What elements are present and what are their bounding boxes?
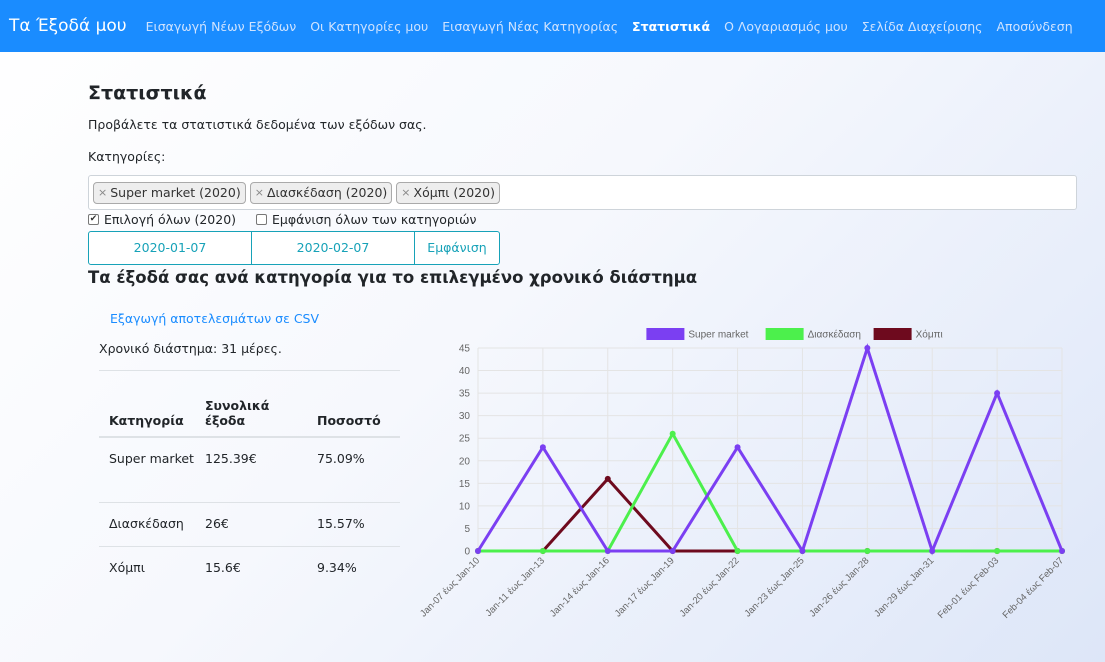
table-row: Super market 125.39€ 75.09%	[99, 436, 400, 503]
y-tick-label: 35	[459, 389, 471, 400]
legend-label: Super market	[688, 330, 748, 341]
stats-table: Κατηγορία Συνολικά έξοδα Ποσοστό Super m…	[99, 370, 400, 591]
legend-swatch	[646, 328, 685, 340]
cell-total: 125.39€	[195, 436, 307, 503]
data-point	[864, 548, 871, 554]
tag-label: Διασκέδαση (2020)	[266, 185, 388, 200]
data-point	[929, 548, 936, 554]
export-csv-link[interactable]: Εξαγωγή αποτελεσμάτων σε CSV	[110, 311, 319, 326]
cell-category: Διασκέδαση	[99, 502, 195, 547]
y-tick-label: 20	[459, 456, 471, 467]
show-button[interactable]: Εμφάνιση	[415, 232, 499, 264]
data-point	[864, 345, 871, 351]
data-point	[604, 548, 611, 554]
x-tick-label: Jan-17 έως Jan-19	[613, 555, 677, 619]
x-tick-label: Jan-14 έως Jan-16	[548, 555, 612, 619]
y-tick-label: 5	[464, 524, 470, 535]
category-tag: × Super market (2020)	[93, 181, 246, 204]
date-to-input[interactable]: 2020-02-07	[252, 232, 415, 264]
data-point	[539, 444, 546, 451]
cell-percent: 9.34%	[307, 546, 400, 591]
cell-total: 15.6€	[195, 546, 307, 591]
y-tick-label: 25	[459, 434, 471, 445]
period-text: Χρονικό διάστημα: 31 μέρες.	[99, 341, 282, 356]
x-tick-label: Jan-23 έως Jan-25	[742, 555, 806, 619]
series-line	[476, 343, 1064, 556]
data-point	[799, 548, 806, 554]
results-title: Τα έξοδά σας ανά κατηγορία για το επιλεγ…	[88, 268, 698, 287]
data-point	[669, 548, 676, 554]
cell-percent: 75.09%	[307, 436, 400, 503]
x-tick-label: Jan-20 έως Jan-22	[678, 555, 742, 619]
legend-label: Χόμπι	[916, 329, 943, 341]
date-range-group: 2020-01-07 2020-02-07 Εμφάνιση	[88, 231, 500, 265]
nav-my-categories[interactable]: Οι Κατηγορίες μου	[310, 19, 428, 34]
table-header-row: Κατηγορία Συνολικά έξοδα Ποσοστό	[99, 370, 400, 438]
x-tick-label: Jan-29 έως Jan-31	[872, 555, 936, 619]
checkbox-label: Εμφάνιση όλων των κατηγοριών	[272, 212, 477, 227]
cell-category: Χόμπι	[99, 546, 195, 591]
category-tag: × Διασκέδαση (2020)	[249, 181, 393, 204]
data-point	[1059, 548, 1065, 554]
tag-label: Super market (2020)	[110, 185, 241, 200]
table-row: Διασκέδαση 26€ 15.57%	[99, 502, 400, 547]
nav-new-expenses[interactable]: Εισαγωγή Νέων Εξόδων	[146, 19, 297, 34]
nav-my-account[interactable]: Ο Λογαριασμός μου	[724, 19, 848, 34]
x-tick-label: Feb-01 έως Feb-03	[936, 555, 1002, 621]
col-total: Συνολικά έξοδα	[195, 370, 307, 438]
tag-label: Χόμπι (2020)	[413, 185, 495, 200]
date-from-input[interactable]: 2020-01-07	[89, 232, 252, 264]
brand-link[interactable]: Τα Έξοδά μου	[9, 16, 127, 36]
nav-new-category[interactable]: Εισαγωγή Νέας Κατηγορίας	[442, 19, 618, 34]
select-all-checkbox[interactable]: ✔ Επιλογή όλων (2020)	[88, 212, 236, 227]
cell-category: Super market	[99, 436, 195, 503]
navbar: Τα Έξοδά μου Εισαγωγή Νέων Εξόδων Οι Κατ…	[0, 0, 1105, 52]
series-line	[478, 476, 1062, 553]
page-subtitle: Προβάλετε τα στατιστικά δεδομένα των εξό…	[88, 117, 427, 132]
y-tick-label: 15	[459, 479, 471, 490]
data-point	[734, 548, 741, 554]
x-tick-label: Jan-26 έως Jan-28	[807, 555, 871, 619]
expenses-line-chart: 051015202530354045Jan-07 έως Jan-10 Jan-1…	[418, 328, 1067, 621]
checkbox-checked-icon[interactable]: ✔	[88, 214, 99, 225]
category-tag: × Χόμπι (2020)	[396, 181, 500, 204]
category-multiselect[interactable]: × Super market (2020) × Διασκέδαση (2020) …	[88, 175, 1077, 210]
page-title: Στατιστικά	[88, 82, 207, 104]
col-percent: Ποσοστό	[307, 370, 400, 438]
y-tick-label: 45	[459, 344, 471, 355]
data-point	[734, 444, 741, 451]
nav-logout[interactable]: Αποσύνδεση	[997, 19, 1073, 34]
data-point	[669, 430, 676, 437]
remove-tag-icon[interactable]: ×	[255, 186, 264, 199]
legend-swatch	[765, 328, 804, 340]
checkbox-label: Επιλογή όλων (2020)	[104, 212, 237, 227]
data-point	[475, 548, 481, 554]
data-point	[539, 548, 546, 554]
col-category: Κατηγορία	[99, 370, 195, 438]
data-point	[604, 475, 611, 482]
legend-label: Διασκέδαση	[808, 329, 861, 341]
x-tick-label: Jan-07 έως Jan-10	[418, 555, 482, 619]
y-tick-label: 0	[464, 547, 470, 558]
remove-tag-icon[interactable]: ×	[401, 186, 410, 199]
data-point	[994, 548, 1001, 554]
legend-swatch	[873, 328, 912, 340]
nav-admin-page[interactable]: Σελίδα Διαχείρισης	[862, 19, 983, 34]
nav-statistics[interactable]: Στατιστικά	[632, 19, 710, 34]
y-tick-label: 30	[459, 411, 471, 422]
table-row: Χόμπι 15.6€ 9.34%	[99, 546, 400, 591]
x-tick-label: Feb-04 έως Feb-07	[1001, 555, 1067, 621]
remove-tag-icon[interactable]: ×	[98, 186, 107, 199]
show-all-categories-checkbox[interactable]: Εμφάνιση όλων των κατηγοριών	[256, 212, 477, 227]
y-tick-label: 10	[459, 501, 471, 512]
cell-percent: 15.57%	[307, 502, 400, 547]
y-tick-label: 40	[459, 366, 471, 377]
categories-label: Κατηγορίες:	[88, 149, 166, 164]
data-point	[994, 390, 1001, 397]
cell-total: 26€	[195, 502, 307, 547]
checkbox-unchecked-icon[interactable]	[256, 214, 268, 225]
checkbox-row: ✔ Επιλογή όλων (2020) Εμφάνιση όλων των κ…	[88, 212, 497, 227]
x-tick-label: Jan-11 έως Jan-13	[483, 555, 547, 619]
